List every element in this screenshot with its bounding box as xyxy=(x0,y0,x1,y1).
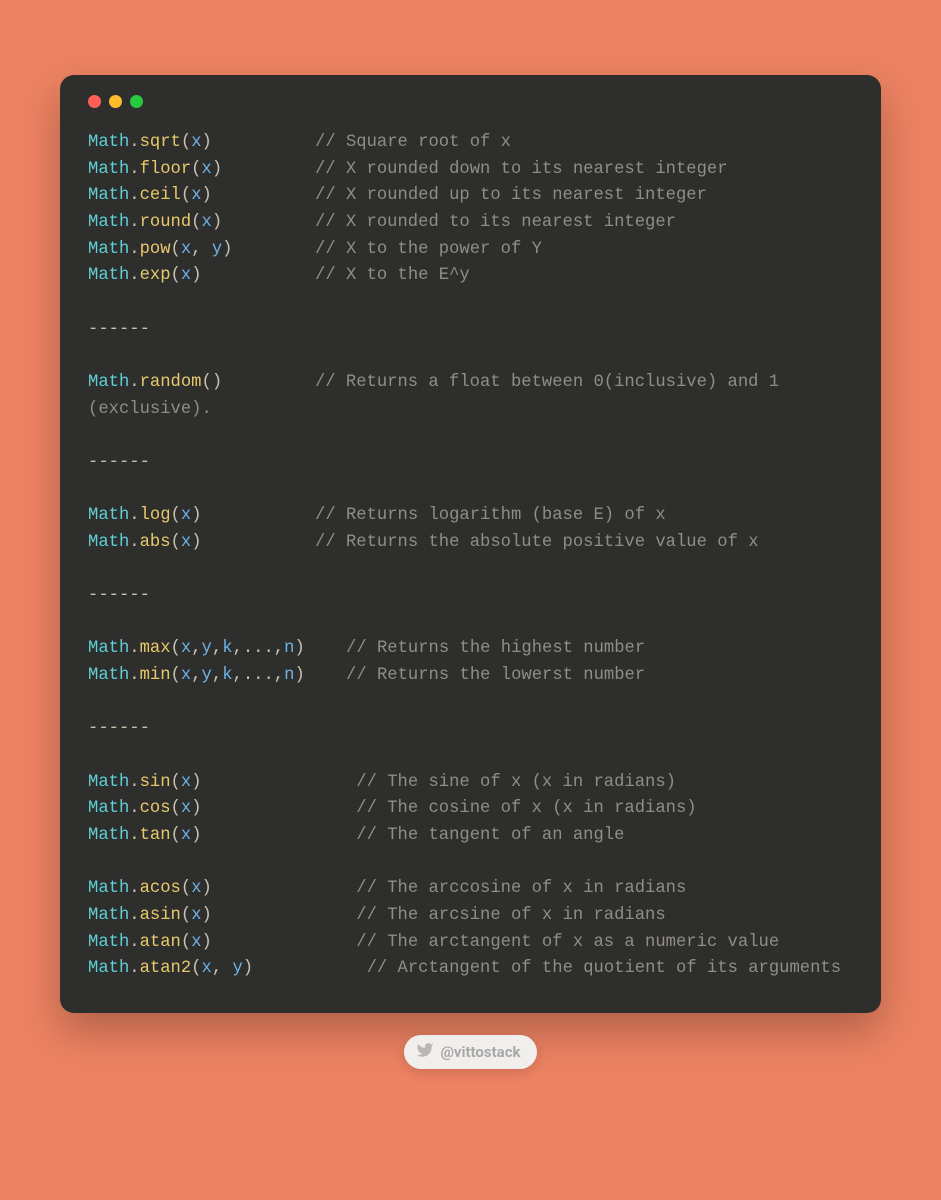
code-object: Math xyxy=(88,506,129,525)
code-comment: // Arctangent of the quotient of its arg… xyxy=(367,959,841,978)
code-variable: x xyxy=(181,533,191,552)
code-object: Math xyxy=(88,906,129,925)
code-variable: y xyxy=(202,639,212,658)
attribution-handle: @vittostack xyxy=(440,1043,520,1061)
code-function: pow xyxy=(140,240,171,259)
code-comment: // The arctangent of x as a numeric valu… xyxy=(356,933,779,952)
code-comment: // Returns logarithm (base E) of x xyxy=(315,506,666,525)
code-variable: x xyxy=(191,133,201,152)
code-function: sqrt xyxy=(140,133,181,152)
code-object: Math xyxy=(88,933,129,952)
code-block: Math.sqrt(x) // Square root of x Math.fl… xyxy=(88,130,853,983)
code-variable: x xyxy=(191,186,201,205)
code-comment: // The sine of x (x in radians) xyxy=(356,773,676,792)
code-variable: k xyxy=(222,666,232,685)
code-variable: x xyxy=(181,240,191,259)
close-dot-icon[interactable] xyxy=(88,95,101,108)
code-comment: // The arccosine of x in radians xyxy=(356,879,686,898)
code-comment: // The arcsine of x in radians xyxy=(356,906,665,925)
twitter-icon xyxy=(416,1041,434,1063)
attribution-badge: @vittostack xyxy=(404,1035,536,1069)
code-variable: x xyxy=(181,506,191,525)
code-function: abs xyxy=(140,533,171,552)
code-object: Math xyxy=(88,666,129,685)
code-object: Math xyxy=(88,826,129,845)
code-object: Math xyxy=(88,639,129,658)
code-function: atan xyxy=(140,933,181,952)
code-comment: // X rounded to its nearest integer xyxy=(315,213,676,232)
code-variable: y xyxy=(202,666,212,685)
group-separator: ------ xyxy=(88,719,150,738)
code-variable: x xyxy=(202,959,212,978)
group-separator: ------ xyxy=(88,320,150,339)
code-function: min xyxy=(140,666,171,685)
code-function: asin xyxy=(140,906,181,925)
code-window: Math.sqrt(x) // Square root of x Math.fl… xyxy=(60,75,881,1013)
code-object: Math xyxy=(88,240,129,259)
code-variable: x xyxy=(191,906,201,925)
code-variable: x xyxy=(181,666,191,685)
code-variable: x xyxy=(202,213,212,232)
code-comment: // Returns the highest number xyxy=(346,639,645,658)
group-separator: ------ xyxy=(88,453,150,472)
code-object: Math xyxy=(88,879,129,898)
minimize-dot-icon[interactable] xyxy=(109,95,122,108)
code-variable: x xyxy=(202,160,212,179)
code-object: Math xyxy=(88,160,129,179)
code-variable: n xyxy=(284,639,294,658)
code-function: round xyxy=(140,213,192,232)
window-titlebar xyxy=(88,95,853,108)
group-separator: ------ xyxy=(88,586,150,605)
code-object: Math xyxy=(88,266,129,285)
code-variable: x xyxy=(191,879,201,898)
code-object: Math xyxy=(88,773,129,792)
code-comment: // The cosine of x (x in radians) xyxy=(356,799,696,818)
code-object: Math xyxy=(88,213,129,232)
code-comment: // X to the power of Y xyxy=(315,240,542,259)
code-function: sin xyxy=(140,773,171,792)
code-function: ceil xyxy=(140,186,181,205)
code-variable: x xyxy=(181,266,191,285)
code-object: Math xyxy=(88,186,129,205)
code-function: atan2 xyxy=(140,959,192,978)
code-object: Math xyxy=(88,799,129,818)
code-variable: y xyxy=(212,240,222,259)
code-variable: x xyxy=(191,933,201,952)
code-comment: // X rounded up to its nearest integer xyxy=(315,186,707,205)
code-comment: // X rounded down to its nearest integer xyxy=(315,160,728,179)
code-function: random xyxy=(140,373,202,392)
code-comment: // The tangent of an angle xyxy=(356,826,624,845)
code-variable: x xyxy=(181,826,191,845)
code-function: max xyxy=(140,639,171,658)
zoom-dot-icon[interactable] xyxy=(130,95,143,108)
code-function: tan xyxy=(140,826,171,845)
code-object: Math xyxy=(88,133,129,152)
code-function: cos xyxy=(140,799,171,818)
code-variable: k xyxy=(222,639,232,658)
code-function: log xyxy=(140,506,171,525)
code-variable: x xyxy=(181,773,191,792)
code-comment: // Returns the lowerst number xyxy=(346,666,645,685)
code-object: Math xyxy=(88,959,129,978)
code-comment: // Square root of x xyxy=(315,133,511,152)
code-comment: // Returns the absolute positive value o… xyxy=(315,533,759,552)
code-object: Math xyxy=(88,533,129,552)
code-variable: y xyxy=(232,959,242,978)
code-function: floor xyxy=(140,160,192,179)
code-variable: x xyxy=(181,639,191,658)
code-object: Math xyxy=(88,373,129,392)
code-variable: n xyxy=(284,666,294,685)
code-function: acos xyxy=(140,879,181,898)
code-variable: x xyxy=(181,799,191,818)
code-comment: // X to the E^y xyxy=(315,266,470,285)
code-function: exp xyxy=(140,266,171,285)
